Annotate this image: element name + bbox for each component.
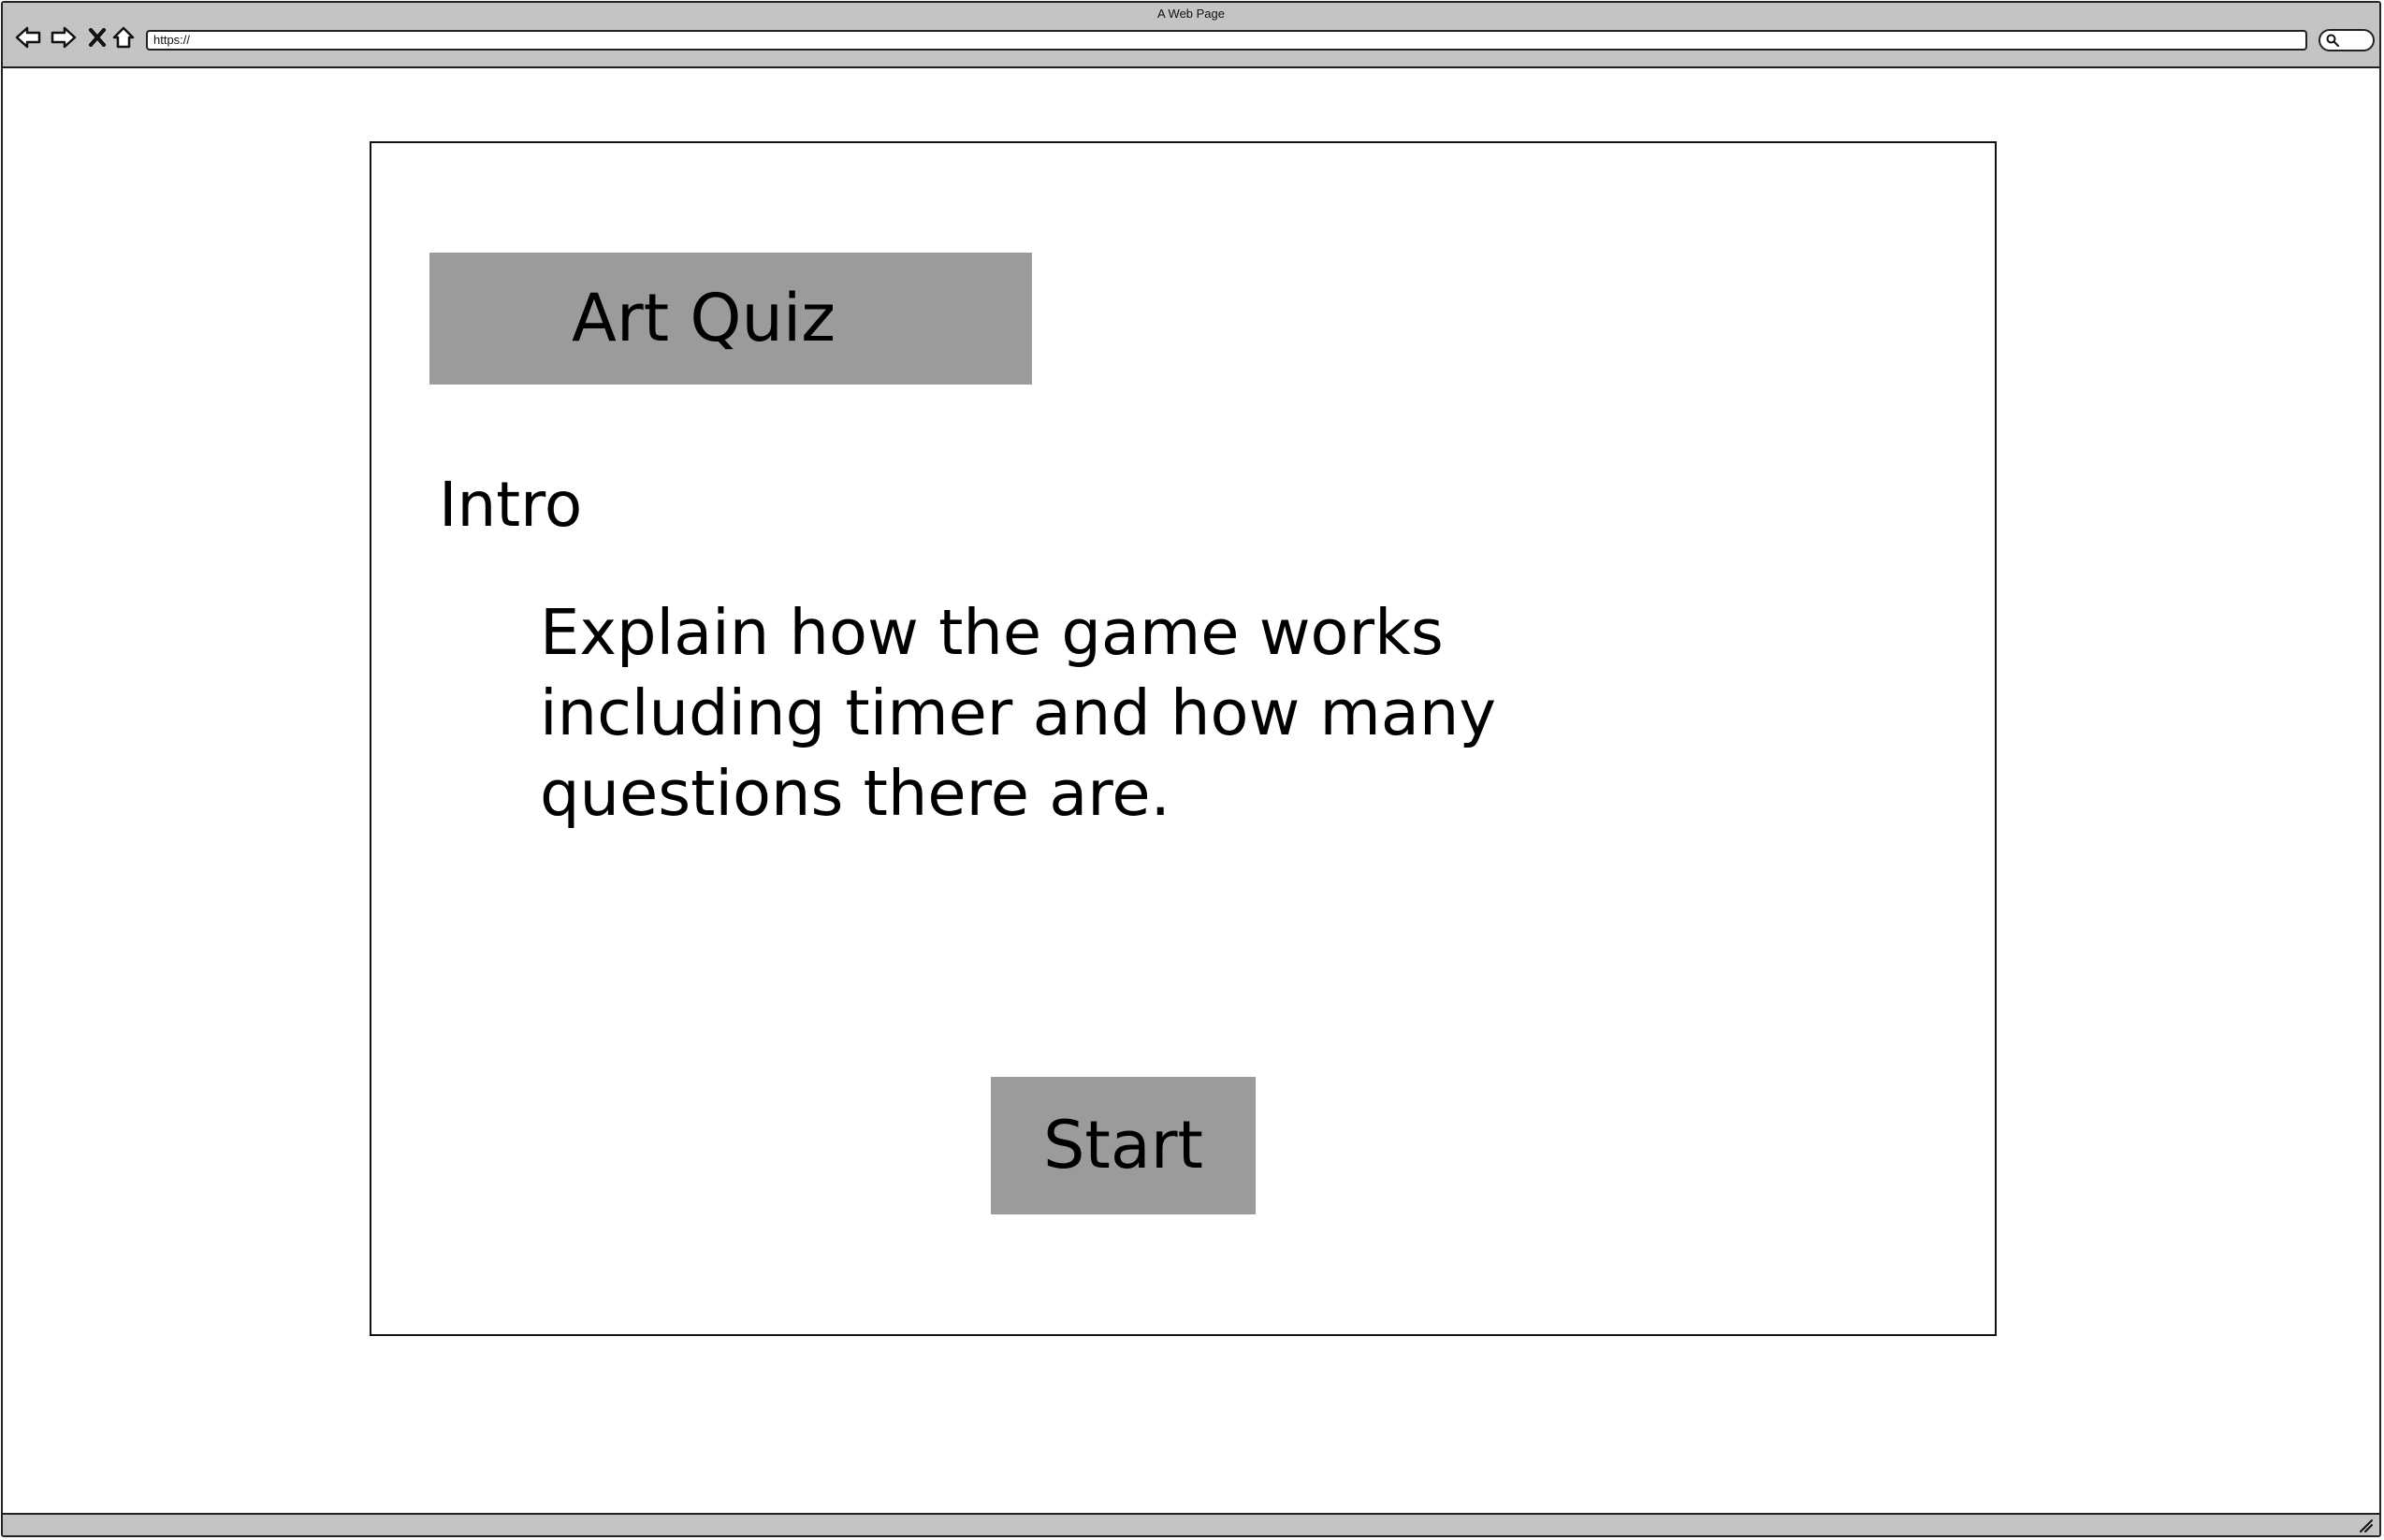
forward-arrow-icon[interactable] bbox=[50, 23, 78, 51]
window-title: A Web Page bbox=[1156, 7, 1226, 21]
search-input[interactable] bbox=[2319, 29, 2375, 51]
status-bar bbox=[3, 1513, 2379, 1535]
search-icon bbox=[2326, 34, 2339, 47]
start-button[interactable]: Start bbox=[991, 1077, 1256, 1214]
close-icon[interactable] bbox=[83, 23, 111, 51]
browser-toolbar: A Web Page https:// bbox=[3, 3, 2379, 68]
intro-description: Explain how the game works including tim… bbox=[540, 596, 1496, 830]
quiz-title-banner: Art Quiz bbox=[429, 253, 1032, 385]
back-arrow-icon[interactable] bbox=[14, 23, 42, 51]
page-title: Art Quiz bbox=[572, 280, 836, 356]
intro-heading: Intro bbox=[439, 469, 583, 541]
url-input[interactable]: https:// bbox=[146, 30, 2307, 51]
home-icon[interactable] bbox=[109, 23, 138, 51]
resize-grip-icon[interactable] bbox=[2359, 1518, 2374, 1533]
